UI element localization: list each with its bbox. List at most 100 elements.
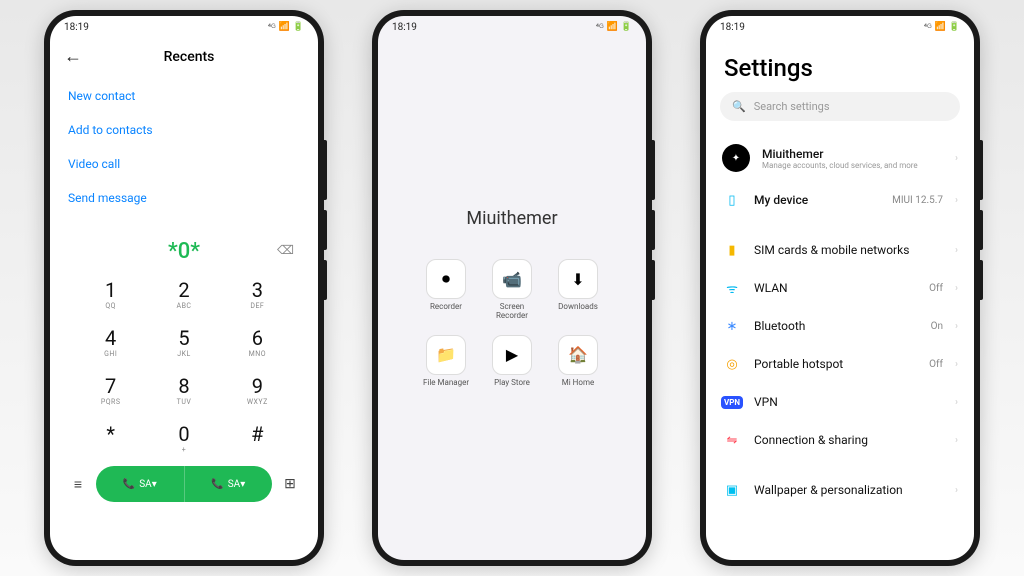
page-title: Settings xyxy=(720,38,960,92)
app-label: Screen Recorder xyxy=(484,303,540,321)
app-icon: ⏺ xyxy=(426,259,466,299)
call-button[interactable]: 📞SA▾ 📞SA▾ xyxy=(96,466,272,502)
row-value: Off xyxy=(929,359,943,370)
account-name: Miuithemer xyxy=(762,147,943,161)
app-label: File Manager xyxy=(423,379,469,388)
menu-icon[interactable]: ≡ xyxy=(68,476,88,493)
key-8[interactable]: 8TUV xyxy=(147,366,220,414)
call-sim2[interactable]: 📞SA▾ xyxy=(185,466,273,502)
search-input[interactable]: 🔍 Search settings xyxy=(720,92,960,121)
status-icons: ⁴ᴳ📶🔋 xyxy=(596,22,632,33)
settings-row-connection-sharing[interactable]: ⇋ Connection & sharing › xyxy=(720,421,960,459)
row-icon: ▣ xyxy=(722,480,742,500)
settings-row-sim-cards-mobile-networks[interactable]: ▮ SIM cards & mobile networks › xyxy=(720,231,960,269)
status-icons: ⁴ᴳ📶🔋 xyxy=(268,22,304,33)
app-icon: 📁 xyxy=(426,335,466,375)
row-label: WLAN xyxy=(754,281,917,295)
call-sim1[interactable]: 📞SA▾ xyxy=(96,466,185,502)
row-icon: VPN xyxy=(722,392,742,412)
settings-row-vpn[interactable]: VPN VPN › xyxy=(720,383,960,421)
app-downloads[interactable]: ⬇ Downloads xyxy=(550,259,606,321)
status-bar: 18:19 ⁴ᴳ📶🔋 xyxy=(378,16,646,38)
app-grid: ⏺ Recorder 📹 Screen Recorder ⬇ Downloads 📁 File… xyxy=(378,259,646,387)
chevron-right-icon: › xyxy=(955,153,958,164)
key-5[interactable]: 5JKL xyxy=(147,318,220,366)
key-9[interactable]: 9WXYZ xyxy=(221,366,294,414)
chevron-right-icon: › xyxy=(955,195,958,206)
link-send-message[interactable]: Send message xyxy=(68,181,300,215)
phone-mockup-dialer: 18:19 ⁴ᴳ📶🔋 ← Recents New contact Add to … xyxy=(44,10,324,566)
row-label: Connection & sharing xyxy=(754,433,943,447)
app-file-manager[interactable]: 📁 File Manager xyxy=(418,335,474,388)
page-title: Recents xyxy=(74,49,304,65)
avatar: ✦ xyxy=(722,144,750,172)
key-0[interactable]: 0+ xyxy=(147,414,220,462)
key-6[interactable]: 6MNO xyxy=(221,318,294,366)
app-play-store[interactable]: ▶Play Store xyxy=(484,335,540,388)
folder-title: Miuithemer xyxy=(378,208,646,229)
key-3[interactable]: 3DEF xyxy=(221,270,294,318)
app-label: Downloads xyxy=(558,303,598,312)
key-4[interactable]: 4GHI xyxy=(74,318,147,366)
chevron-right-icon: › xyxy=(955,245,958,256)
row-value: Off xyxy=(929,283,943,294)
link-video-call[interactable]: Video call xyxy=(68,147,300,181)
my-device-row[interactable]: ▯ My device MIUI 12.5.7 › xyxy=(720,181,960,219)
phone-mockup-home: 18:19 ⁴ᴳ📶🔋 Miuithemer ⏺ Recorder 📹 Screen R… xyxy=(372,10,652,566)
link-new-contact[interactable]: New contact xyxy=(68,79,300,113)
chevron-right-icon: › xyxy=(955,485,958,496)
settings-row-portable-hotspot[interactable]: ◎ Portable hotspot Off › xyxy=(720,345,960,383)
row-label: Portable hotspot xyxy=(754,357,917,371)
dialpad-toggle-icon[interactable]: ⊞ xyxy=(280,476,300,492)
row-icon: ◎ xyxy=(722,354,742,374)
settings-row-bluetooth[interactable]: ∗ Bluetooth On › xyxy=(720,307,960,345)
key-*[interactable]: * xyxy=(74,414,147,462)
row-label: Bluetooth xyxy=(754,319,919,333)
chevron-right-icon: › xyxy=(955,397,958,408)
row-icon: ∗ xyxy=(722,316,742,336)
chevron-right-icon: › xyxy=(955,359,958,370)
app-icon: ⬇ xyxy=(558,259,598,299)
key-#[interactable]: # xyxy=(221,414,294,462)
chevron-right-icon: › xyxy=(955,435,958,446)
row-label: VPN xyxy=(754,395,943,409)
app-screen-recorder[interactable]: 📹 Screen Recorder xyxy=(484,259,540,321)
settings-row-wlan[interactable]: ᯤ WLAN Off › xyxy=(720,269,960,307)
dial-display: *0* ⌫ xyxy=(50,229,318,270)
key-2[interactable]: 2ABC xyxy=(147,270,220,318)
status-icons: ⁴ᴳ📶🔋 xyxy=(924,22,960,33)
key-1[interactable]: 1QQ xyxy=(74,270,147,318)
status-time: 18:19 xyxy=(720,22,745,33)
search-placeholder: Search settings xyxy=(754,100,830,113)
app-mi-home[interactable]: 🏠 Mi Home xyxy=(550,335,606,388)
status-time: 18:19 xyxy=(64,22,89,33)
app-label: Mi Home xyxy=(562,379,594,388)
row-icon: ▮ xyxy=(722,240,742,260)
status-time: 18:19 xyxy=(392,22,417,33)
key-7[interactable]: 7PQRS xyxy=(74,366,147,414)
app-icon: 📹 xyxy=(492,259,532,299)
settings-row-wallpaper-personalization[interactable]: ▣ Wallpaper & personalization › xyxy=(720,471,960,509)
phone-mockup-settings: 18:19 ⁴ᴳ📶🔋 Settings 🔍 Search settings ✦ … xyxy=(700,10,980,566)
chevron-right-icon: › xyxy=(955,321,958,332)
chevron-right-icon: › xyxy=(955,283,958,294)
dialed-number: *0* xyxy=(168,239,200,264)
row-label: SIM cards & mobile networks xyxy=(754,243,943,257)
row-label: Wallpaper & personalization xyxy=(754,483,943,497)
app-icon: 🏠 xyxy=(558,335,598,375)
row-icon: ᯤ xyxy=(722,278,742,298)
status-bar: 18:19 ⁴ᴳ📶🔋 xyxy=(50,16,318,38)
app-label: Recorder xyxy=(430,303,462,312)
device-icon: ▯ xyxy=(722,190,742,210)
app-recorder[interactable]: ⏺ Recorder xyxy=(418,259,474,321)
account-sub: Manage accounts, cloud services, and mor… xyxy=(762,161,943,170)
row-value: On xyxy=(931,321,943,332)
row-icon: ⇋ xyxy=(722,430,742,450)
search-icon: 🔍 xyxy=(732,100,746,113)
link-add-to-contacts[interactable]: Add to contacts xyxy=(68,113,300,147)
app-label: Play Store xyxy=(494,379,530,388)
status-bar: 18:19 ⁴ᴳ📶🔋 xyxy=(706,16,974,38)
backspace-icon[interactable]: ⌫ xyxy=(277,243,294,257)
keypad: 1QQ2ABC3DEF 4GHI5JKL6MNO 7PQRS8TUV9WXYZ *0+… xyxy=(50,270,318,462)
account-row[interactable]: ✦ Miuithemer Manage accounts, cloud serv… xyxy=(720,135,960,181)
